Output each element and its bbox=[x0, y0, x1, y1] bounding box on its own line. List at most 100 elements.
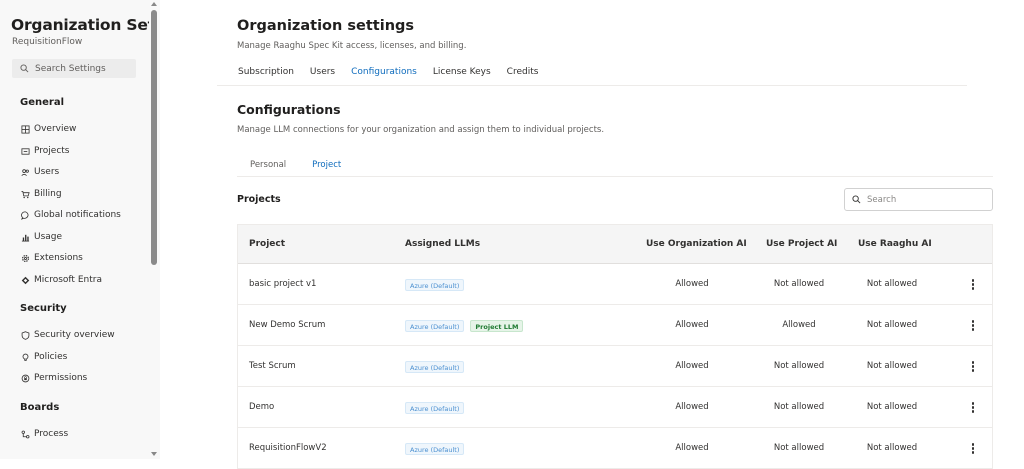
assigned-llms: Azure (Default) bbox=[405, 387, 470, 428]
sidebar-item-label: Global notifications bbox=[34, 210, 121, 220]
search-icon bbox=[852, 195, 861, 204]
sidebar-item-policies[interactable]: Policies bbox=[20, 349, 67, 365]
page-title: Organization settings bbox=[237, 18, 415, 34]
more-options-icon[interactable] bbox=[963, 428, 983, 469]
project-ai-status: Not allowed bbox=[773, 443, 825, 453]
sidebar-item-process[interactable]: Process bbox=[20, 426, 68, 442]
diamond-icon bbox=[20, 275, 30, 285]
sidebar-item-label: Permissions bbox=[34, 373, 88, 383]
table-row[interactable]: RequisitionFlowV2 Azure (Default) Allowe… bbox=[238, 428, 992, 469]
sidebar-scrollbar[interactable] bbox=[149, 0, 160, 459]
shield-icon bbox=[20, 330, 30, 340]
sidebar-item-billing[interactable]: Billing bbox=[20, 186, 62, 202]
assigned-llms: Azure (Default) bbox=[405, 346, 470, 387]
projects-search-input[interactable] bbox=[867, 194, 987, 205]
tab-users[interactable]: Users bbox=[310, 64, 335, 86]
tab-credits[interactable]: Credits bbox=[507, 64, 539, 86]
column-header-use-project-ai[interactable]: Use Project AI bbox=[766, 225, 837, 264]
cart-icon bbox=[20, 189, 30, 199]
column-header-project[interactable]: Project bbox=[249, 225, 285, 264]
org-ai-status: Allowed bbox=[675, 361, 709, 371]
more-options-icon[interactable] bbox=[963, 264, 983, 305]
page-subtitle: Manage Raaghu Spec Kit access, licenses,… bbox=[237, 41, 467, 51]
sidebar-item-label: Process bbox=[34, 429, 69, 439]
lock-icon bbox=[20, 373, 30, 383]
section-subtitle: Manage LLM connections for your organiza… bbox=[237, 125, 605, 135]
tab-project[interactable]: Project bbox=[299, 155, 355, 177]
llm-tag-project: Project LLM bbox=[470, 319, 524, 332]
table-row[interactable]: basic project v1 Azure (Default) Allowed… bbox=[238, 264, 992, 305]
projects-heading: Projects bbox=[237, 194, 281, 205]
org-ai-status: Allowed bbox=[675, 279, 709, 289]
tab-personal[interactable]: Personal bbox=[237, 155, 299, 177]
table-row[interactable]: Test Scrum Azure (Default) Allowed Not a… bbox=[238, 346, 992, 387]
process-icon bbox=[20, 429, 30, 439]
more-options-icon[interactable] bbox=[963, 346, 983, 387]
sidebar-item-users[interactable]: Users bbox=[20, 164, 59, 180]
bulb-icon bbox=[20, 352, 30, 362]
projects-table: Project Assigned LLMs Use Organization A… bbox=[237, 224, 993, 469]
more-options-icon[interactable] bbox=[963, 387, 983, 428]
gear-icon bbox=[20, 253, 30, 263]
sidebar-item-label: Microsoft Entra bbox=[34, 275, 102, 285]
raaghu-ai-status: Not allowed bbox=[866, 279, 918, 289]
scroll-thumb[interactable] bbox=[151, 10, 157, 265]
org-ai-status: Allowed bbox=[675, 320, 709, 330]
column-header-use-organization-ai[interactable]: Use Organization AI bbox=[646, 225, 747, 264]
llm-tag-default: Azure (Default) bbox=[405, 360, 465, 373]
tab-subscription[interactable]: Subscription bbox=[238, 64, 294, 86]
grid-icon bbox=[20, 124, 30, 134]
project-ai-status: Allowed bbox=[782, 320, 816, 330]
project-name: basic project v1 bbox=[249, 279, 317, 289]
project-name: RequisitionFlowV2 bbox=[249, 443, 327, 453]
llm-tag-default: Azure (Default) bbox=[405, 401, 465, 414]
column-header-assigned-llms[interactable]: Assigned LLMs bbox=[405, 225, 480, 264]
sidebar-item-label: Extensions bbox=[34, 253, 83, 263]
section-general: General bbox=[20, 97, 64, 108]
llm-tag-default: Azure (Default) bbox=[405, 278, 465, 291]
more-options-icon[interactable] bbox=[963, 305, 983, 346]
project-name: Demo bbox=[249, 402, 275, 412]
sidebar-item-label: Users bbox=[34, 167, 60, 177]
table-row[interactable]: Demo Azure (Default) Allowed Not allowed… bbox=[238, 387, 992, 428]
sidebar-item-security-overview[interactable]: Security overview bbox=[20, 327, 115, 343]
sidebar-search-input[interactable] bbox=[35, 63, 130, 74]
scroll-up-arrow-icon[interactable] bbox=[151, 2, 157, 6]
table-header: Project Assigned LLMs Use Organization A… bbox=[238, 225, 992, 264]
projects-search[interactable] bbox=[844, 188, 993, 211]
organization-name: RequisitionFlow bbox=[12, 37, 83, 47]
raaghu-ai-status: Not allowed bbox=[866, 320, 918, 330]
sidebar-item-microsoft-entra[interactable]: Microsoft Entra bbox=[20, 272, 102, 288]
assigned-llms: Azure (Default) bbox=[405, 264, 470, 305]
sidebar-item-extensions[interactable]: Extensions bbox=[20, 250, 83, 266]
sidebar-item-label: Overview bbox=[34, 124, 77, 134]
sidebar: Organization Settin... RequisitionFlow G… bbox=[0, 0, 160, 459]
sidebar-item-label: Projects bbox=[34, 146, 70, 156]
tab-configurations[interactable]: Configurations bbox=[351, 64, 417, 86]
sidebar-item-global-notifications[interactable]: Global notifications bbox=[20, 207, 121, 223]
project-name: New Demo Scrum bbox=[249, 320, 326, 330]
project-ai-status: Not allowed bbox=[773, 361, 825, 371]
table-row[interactable]: New Demo Scrum Azure (Default) Project L… bbox=[238, 305, 992, 346]
section-security: Security bbox=[20, 303, 67, 314]
raaghu-ai-status: Not allowed bbox=[866, 361, 918, 371]
project-name: Test Scrum bbox=[249, 361, 296, 371]
sidebar-title: Organization Settin... bbox=[11, 16, 149, 34]
sidebar-item-projects[interactable]: Projects bbox=[20, 143, 69, 159]
projects-icon bbox=[20, 146, 30, 156]
tab-license-keys[interactable]: License Keys bbox=[433, 64, 491, 86]
sidebar-item-usage[interactable]: Usage bbox=[20, 229, 62, 245]
llm-tag-default: Azure (Default) bbox=[405, 442, 465, 455]
sidebar-item-label: Security overview bbox=[34, 330, 115, 340]
sidebar-item-label: Policies bbox=[34, 352, 68, 362]
sidebar-item-permissions[interactable]: Permissions bbox=[20, 370, 87, 386]
scroll-down-arrow-icon[interactable] bbox=[151, 452, 157, 456]
section-title: Configurations bbox=[237, 102, 341, 117]
settings-tabs: Subscription Users Configurations Licens… bbox=[238, 64, 554, 86]
column-header-use-raaghu-ai[interactable]: Use Raaghu AI bbox=[858, 225, 932, 264]
sidebar-item-overview[interactable]: Overview bbox=[20, 121, 76, 137]
search-icon bbox=[19, 63, 30, 74]
divider bbox=[237, 176, 993, 177]
sidebar-search[interactable] bbox=[12, 59, 136, 78]
chart-icon bbox=[20, 232, 30, 242]
